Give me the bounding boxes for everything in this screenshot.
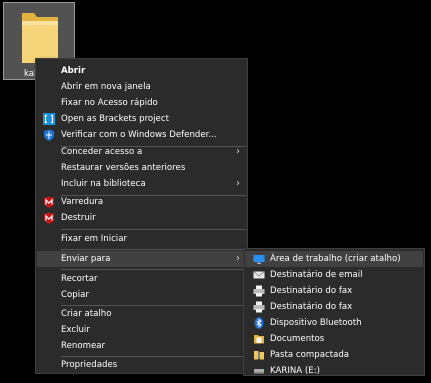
submenu-item-label: Documentos [270, 334, 325, 344]
submenu-item-label: Área de trabalho (criar atalho) [270, 254, 401, 264]
menu-item-label: Destruir [61, 213, 96, 223]
menu-separator [61, 249, 246, 250]
menu-item-label: Propriedades [61, 360, 118, 370]
send-to-mail[interactable]: Destinatário de email [245, 267, 423, 283]
menu-item-label: Copiar [61, 290, 89, 300]
menu-item-delete[interactable]: Excluir [37, 322, 246, 338]
menu-item-label: Criar atalho [61, 309, 112, 319]
mail-icon [253, 269, 265, 281]
menu-item-label: Abrir em nova janela [61, 82, 151, 92]
menu-item-label: Enviar para [61, 254, 111, 264]
menu-item-open-brackets[interactable]: Open as Brackets project [37, 111, 246, 127]
send-to-fax[interactable]: Destinatário do fax [245, 299, 423, 315]
menu-item-create-shortcut[interactable]: Criar atalho [37, 306, 246, 322]
defender-shield-icon [43, 129, 55, 141]
chevron-right-icon: › [236, 146, 240, 157]
send-to-usb-drive[interactable]: KARINA (E:) [245, 363, 423, 379]
menu-item-shred-mcafee[interactable]: Destruir [37, 210, 246, 226]
menu-item-label: Recortar [61, 274, 98, 284]
bluetooth-icon [253, 317, 265, 329]
desktop-icon [253, 253, 265, 265]
send-to-fax[interactable]: Destinatário do fax [245, 283, 423, 299]
menu-item-label: Renomear [61, 341, 106, 351]
submenu-item-label: KARINA (E:) [270, 366, 320, 376]
menu-item-include-library[interactable]: Incluir na biblioteca › [37, 176, 246, 192]
menu-item-label: Excluir [61, 325, 90, 335]
mcafee-icon [43, 212, 55, 224]
submenu-item-label: Destinatário do fax [270, 286, 353, 296]
menu-item-label: Fixar no Acesso rápido [61, 98, 158, 108]
menu-item-label: Fixar em Iniciar [61, 234, 127, 244]
menu-item-open-new-window[interactable]: Abrir em nova janela [37, 79, 246, 95]
send-to-submenu: Área de trabalho (criar atalho) Destinat… [243, 248, 425, 376]
documents-icon [253, 333, 265, 345]
mcafee-icon [43, 196, 55, 208]
send-to-documents[interactable]: Documentos [245, 331, 423, 347]
menu-item-cut[interactable]: Recortar [37, 271, 246, 287]
menu-item-label: Conceder acesso a [61, 147, 143, 157]
chevron-right-icon: › [236, 178, 240, 189]
menu-item-properties[interactable]: Propriedades [37, 357, 246, 373]
send-to-desktop[interactable]: Área de trabalho (criar atalho) [245, 251, 423, 267]
menu-item-rename[interactable]: Renomear [37, 338, 246, 354]
fax-icon [253, 285, 265, 297]
menu-item-label: Verificar com o Windows Defender... [61, 130, 217, 140]
menu-item-pin-quick-access[interactable]: Fixar no Acesso rápido [37, 95, 246, 111]
menu-item-label: Open as Brackets project [61, 114, 169, 124]
menu-item-scan-mcafee[interactable]: Varredura [37, 194, 246, 210]
menu-separator [61, 269, 246, 270]
zip-folder-icon [253, 349, 265, 361]
menu-item-pin-start[interactable]: Fixar em Iniciar [37, 231, 246, 247]
menu-item-send-to[interactable]: Enviar para › [37, 251, 246, 267]
menu-item-grant-access[interactable]: Conceder acesso a › [37, 144, 246, 160]
menu-separator [61, 229, 246, 230]
context-menu: Abrir Abrir em nova janela Fixar no Aces… [35, 58, 248, 374]
send-to-zip[interactable]: Pasta compactada [245, 347, 423, 363]
menu-item-label: Incluir na biblioteca [61, 179, 146, 189]
menu-item-label: Abrir [61, 66, 86, 76]
menu-item-open[interactable]: Abrir [37, 63, 246, 79]
fax-icon [253, 301, 265, 313]
submenu-item-label: Dispositivo Bluetooth [270, 318, 362, 328]
menu-item-scan-defender[interactable]: Verificar com o Windows Defender... [37, 127, 246, 143]
send-to-bluetooth[interactable]: Dispositivo Bluetooth [245, 315, 423, 331]
brackets-icon [43, 113, 55, 125]
menu-item-restore-versions[interactable]: Restaurar versões anteriores [37, 160, 246, 176]
menu-item-label: Varredura [61, 197, 104, 207]
menu-item-label: Restaurar versões anteriores [61, 163, 186, 173]
menu-item-copy[interactable]: Copiar [37, 287, 246, 303]
submenu-item-label: Destinatário do fax [270, 302, 353, 312]
chevron-right-icon: › [236, 253, 240, 264]
submenu-item-label: Pasta compactada [270, 350, 350, 360]
submenu-item-label: Destinatário de email [270, 270, 363, 280]
usb-drive-icon [253, 365, 265, 377]
